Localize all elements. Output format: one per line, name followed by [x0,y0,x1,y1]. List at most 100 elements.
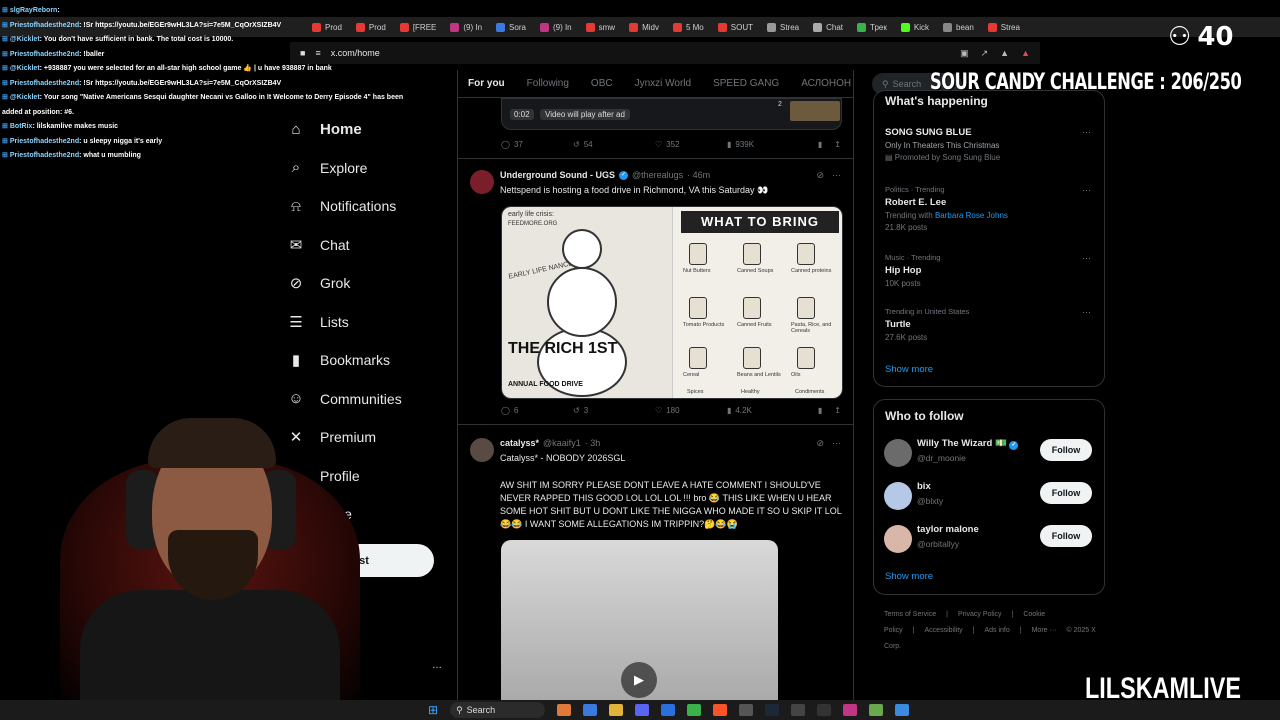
account-name[interactable]: Willy The Wizard 💵 [917,438,1007,449]
sidebar-item-home[interactable]: ⌂ Home [282,110,452,149]
avatar[interactable] [470,438,494,462]
taskbar-search[interactable]: ⚲ Search [450,702,546,718]
follow-suggestion[interactable]: Willy The Wizard 💵 ✓ @dr_moonie Follow [884,435,1096,469]
chat-username[interactable]: @Kicklet [10,94,40,101]
follow-button[interactable]: Follow [1040,439,1092,461]
author-handle[interactable]: @therealugs [632,170,683,180]
copilot-icon[interactable] [583,704,598,716]
more-icon[interactable]: ⋯ [1082,307,1091,318]
folder-icon[interactable] [609,704,624,716]
share-icon[interactable]: ↗ [981,48,989,59]
author-name[interactable]: catalyss* [500,438,539,448]
chat-username[interactable]: Priestofhadesthe2nd [10,138,79,145]
browser-tab[interactable]: Midv [629,22,659,32]
account-menu-icon[interactable]: … [432,660,442,671]
chat-username[interactable]: BotRix [10,123,33,130]
chat-username[interactable]: Priestofhadesthe2nd [10,51,79,58]
app-icon[interactable] [557,704,572,716]
follow-button[interactable]: Follow [1040,525,1092,547]
feed-tab[interactable]: For you [468,78,505,89]
steam-icon[interactable] [765,704,780,716]
views-button[interactable]: ▮ 939K [727,140,807,149]
more-icon[interactable]: ⋯ [832,438,841,449]
feed-tab[interactable]: Jynxzi World [635,78,692,89]
app-icon[interactable] [869,704,884,716]
brave-shield-icon[interactable]: ▲ [1000,48,1009,59]
sidebar-item-notifications[interactable]: ⍾ Notifications [282,187,452,226]
sidebar-item-bookmarks[interactable]: ▮ Bookmarks [282,341,452,380]
browser-tab[interactable]: 5 Mo [672,22,704,32]
follow-suggestion[interactable]: bix @blxty Follow [884,478,1096,512]
browser-tab[interactable]: Трек [857,22,887,32]
video-ad-bar[interactable]: 0:02 Video will play after ad 2 [501,98,842,130]
browser-tab[interactable]: Kick [900,22,929,32]
author-name[interactable]: Underground Sound - UGS [500,170,615,180]
trend-item[interactable]: Trending in United States Turtle 27.6K p… [885,307,1095,342]
show-more-link[interactable]: Show more [885,571,933,582]
avatar[interactable] [884,439,912,467]
browser-tab[interactable]: Strea [767,22,799,32]
footer-link[interactable]: More ··· [1032,627,1057,634]
post-image[interactable]: early life crisis: FEEDMORE.ORG EARLY LI… [501,206,843,399]
reply-button[interactable]: ◯ 6 [501,406,573,415]
bookmark-icon[interactable]: ▮ [818,140,822,149]
repost-button[interactable]: ↺ 54 [573,140,655,149]
brave-icon[interactable] [713,704,728,716]
grok-icon[interactable]: ⊘ [816,170,824,181]
app-icon[interactable] [739,704,754,716]
app-icon[interactable] [895,704,910,716]
footer-link[interactable]: Privacy Policy [958,611,1002,618]
footer-link[interactable]: Ads info [984,627,1009,634]
sidebar-item-chat[interactable]: ✉ Chat [282,226,452,265]
sidebar-item-explore[interactable]: ⌕ Explore [282,149,452,188]
chat-username[interactable]: Priestofhadesthe2nd [10,80,79,87]
chat-username[interactable]: Priestofhadesthe2nd [10,22,79,29]
post-age[interactable]: · 3h [585,438,601,448]
install-icon[interactable]: ▣ [960,48,969,59]
feed-tab[interactable]: OBC [591,78,613,89]
browser-tab[interactable]: (9) In [539,22,572,32]
browser-tab[interactable]: (9) In [450,22,482,32]
play-icon[interactable]: ▶ [621,662,657,698]
browser-tab[interactable]: SOUT [717,22,753,32]
avatar[interactable] [884,482,912,510]
sidebar-item-lists[interactable]: ☰ Lists [282,303,452,342]
views-button[interactable]: ▮ 4.2K [727,406,807,415]
app-icon[interactable] [791,704,806,716]
chat-username[interactable]: @Kicklet [10,36,40,43]
instagram-icon[interactable] [843,704,858,716]
trend-link[interactable]: Barbara Rose Johns [935,211,1008,220]
app-icon[interactable] [687,704,702,716]
account-name[interactable]: bix [917,481,931,492]
rewards-icon[interactable]: ▲ [1021,48,1030,59]
follow-button[interactable]: Follow [1040,482,1092,504]
account-name[interactable]: taylor malone [917,524,979,535]
repost-button[interactable]: ↺ 3 [573,406,655,415]
post-video[interactable]: ▶ [501,540,778,700]
avatar[interactable] [884,525,912,553]
chat-username[interactable]: @Kicklet [10,65,40,72]
store-icon[interactable] [661,704,676,716]
author-handle[interactable]: @kaaify1 [543,438,581,448]
trend-item[interactable]: Music · Trending Hip Hop 10K posts ⋯ [885,253,1095,288]
video-thumbnail[interactable] [790,101,840,121]
browser-tab[interactable]: bean [943,22,974,32]
post-age[interactable]: · 46m [687,170,710,180]
reply-button[interactable]: ◯ 37 [501,140,573,149]
share-icon[interactable]: ↥ [834,406,841,415]
bookmark-icon[interactable]: ▮ [818,406,822,415]
show-more-link[interactable]: Show more [885,364,933,375]
more-icon[interactable]: ⋯ [1082,185,1091,196]
browser-tab[interactable]: Strea [987,22,1020,32]
more-icon[interactable]: ⋯ [1082,127,1091,138]
grok-icon[interactable]: ⊘ [816,438,824,449]
browser-tab[interactable]: Sora [496,22,526,32]
like-button[interactable]: ♡ 180 [655,406,727,415]
more-icon[interactable]: ⋯ [1082,253,1091,264]
chat-username[interactable]: slgRayReborn [10,7,57,14]
more-icon[interactable]: ⋯ [832,170,841,181]
windows-start-icon[interactable]: ⊞ [428,703,438,717]
follow-suggestion[interactable]: taylor malone @orbitallyy Follow [884,521,1096,555]
trend-item[interactable]: Politics · Trending Robert E. Lee Trendi… [885,185,1095,232]
browser-tab[interactable]: smw [585,22,615,32]
